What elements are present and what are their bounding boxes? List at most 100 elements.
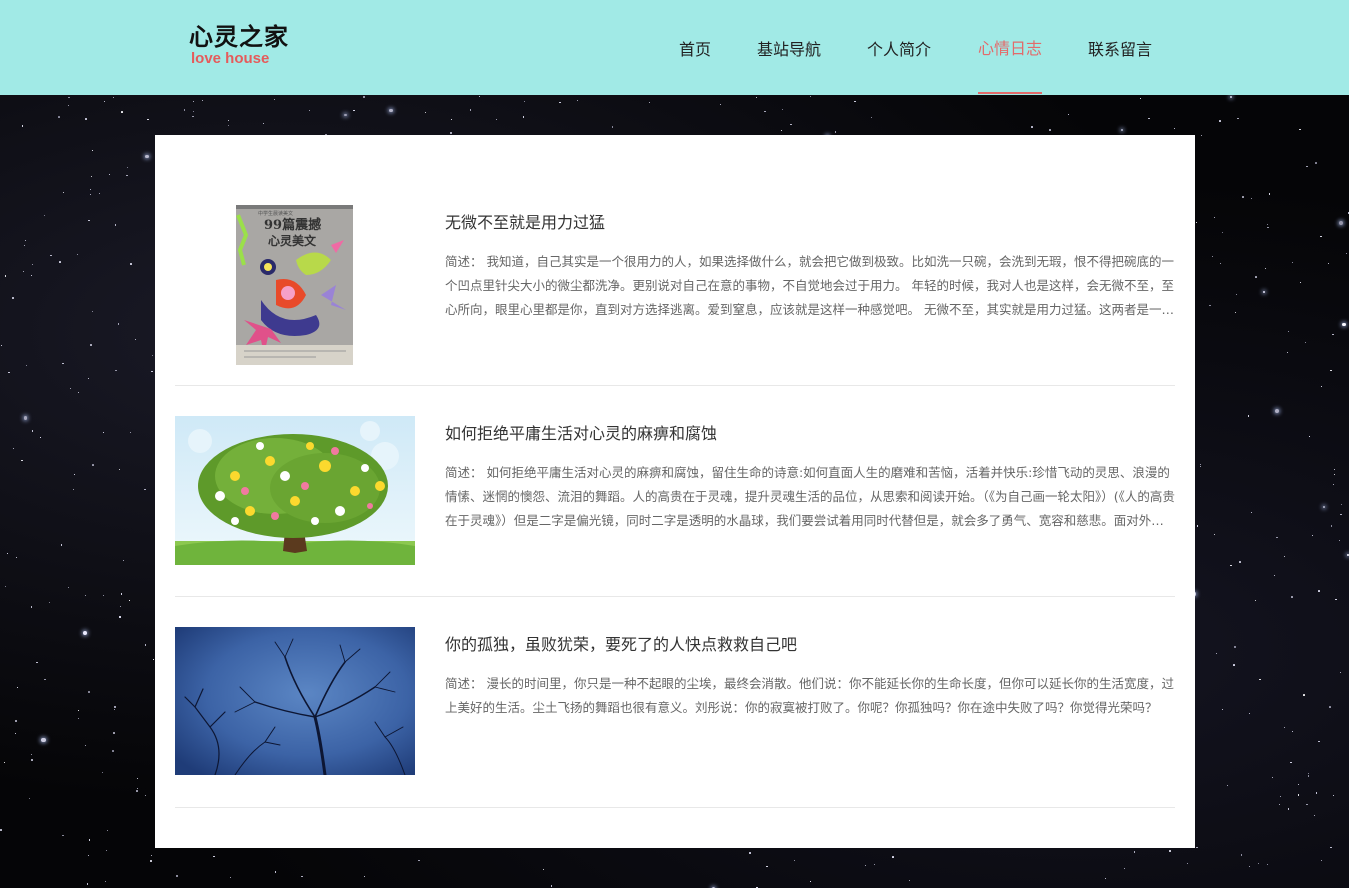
star [136,790,139,793]
star [12,297,15,300]
star [1327,263,1329,265]
article-title[interactable]: 如何拒绝平庸生活对心灵的麻痹和腐蚀 [445,420,717,444]
book-cover-image: 中学生晨读美文 99篇震撼 心灵美文 [175,205,415,365]
article-thumbnail[interactable] [175,416,415,565]
article-title[interactable]: 你的孤独，虽败犹荣，要死了的人快点救救自己吧 [445,631,797,655]
star [1276,536,1278,539]
star [363,96,365,98]
star [418,859,420,862]
cover-title-line1: 99篇震撼 [264,217,321,233]
star [809,95,811,97]
star [781,129,782,131]
star [69,387,72,390]
star [1222,708,1223,710]
article-list-panel: 中学生晨读美文 99篇震撼 心灵美文 无微不至就是用力过猛 简述： 我知道，自己… [155,135,1195,848]
star [145,794,147,796]
star [1320,386,1322,388]
star [22,125,24,127]
star [353,110,355,112]
star [213,855,215,858]
star [1342,322,1346,327]
star [118,323,120,325]
star [67,104,70,107]
star [864,864,867,866]
star [1267,226,1269,229]
star [1290,761,1292,764]
star [24,244,26,247]
star [1120,128,1124,132]
star [1105,877,1107,879]
star [854,100,856,103]
star [50,254,52,257]
star [1330,846,1332,848]
star [77,254,79,255]
star [121,111,123,113]
nav-profile[interactable]: 个人简介 [867,36,931,60]
star [308,110,310,112]
blue-sky-branches-image [175,627,415,775]
star [1291,262,1294,264]
star [89,188,91,190]
star [1332,333,1334,336]
star [1240,854,1243,856]
site-logo[interactable]: 心灵之家 love house [189,24,289,67]
article-title[interactable]: 无微不至就是用力过猛 [445,209,605,233]
star [424,112,426,114]
star [1049,129,1051,131]
star [98,193,100,195]
star [68,97,70,99]
star [101,771,104,774]
star [522,116,525,118]
star [1332,484,1334,485]
star [1314,815,1316,817]
star [1250,197,1253,200]
star [1287,808,1290,810]
star [469,109,472,111]
star [31,274,33,276]
cover-title-line2: 心灵美文 [268,233,317,248]
star [152,658,154,660]
star [1259,678,1261,681]
star [28,797,31,800]
star [152,355,153,357]
nav-contact[interactable]: 联系留言 [1088,36,1152,60]
star [1320,860,1322,862]
star [114,706,116,708]
site-header: 心灵之家 love house 首页 基站导航 个人简介 心情日志 联系留言 [0,0,1349,95]
star [389,108,394,113]
star [8,371,10,374]
article-summary: 简述： 漫长的时间里，你只是一种不起眼的尘埃，最终会消散。他们说：你不能延长你的… [445,676,1174,715]
star [104,880,107,883]
star [62,192,64,194]
star [301,876,303,878]
star [1199,466,1201,468]
star [0,344,2,346]
star [1148,117,1150,120]
star [1330,369,1332,372]
star [274,871,277,873]
nav-home[interactable]: 首页 [679,36,711,60]
star [135,339,137,341]
star [450,132,452,134]
nav-mood-diary[interactable]: 心情日志 [978,35,1042,59]
article-thumbnail[interactable]: 中学生晨读美文 99篇震撼 心灵美文 [175,205,415,365]
star [77,718,79,720]
star [108,174,110,175]
star [790,123,792,125]
star [810,881,811,882]
article-thumbnail[interactable] [175,627,415,775]
star [1196,525,1199,528]
star [31,430,34,432]
star [1211,255,1213,257]
star [1229,95,1233,99]
star [1322,505,1325,508]
nav-site-navigation[interactable]: 基站导航 [757,36,821,60]
star [344,113,347,117]
star [1320,235,1322,238]
star [62,834,65,837]
star [273,98,275,101]
star [41,737,46,743]
star [1299,281,1301,283]
star [84,118,87,120]
star [1306,803,1308,806]
